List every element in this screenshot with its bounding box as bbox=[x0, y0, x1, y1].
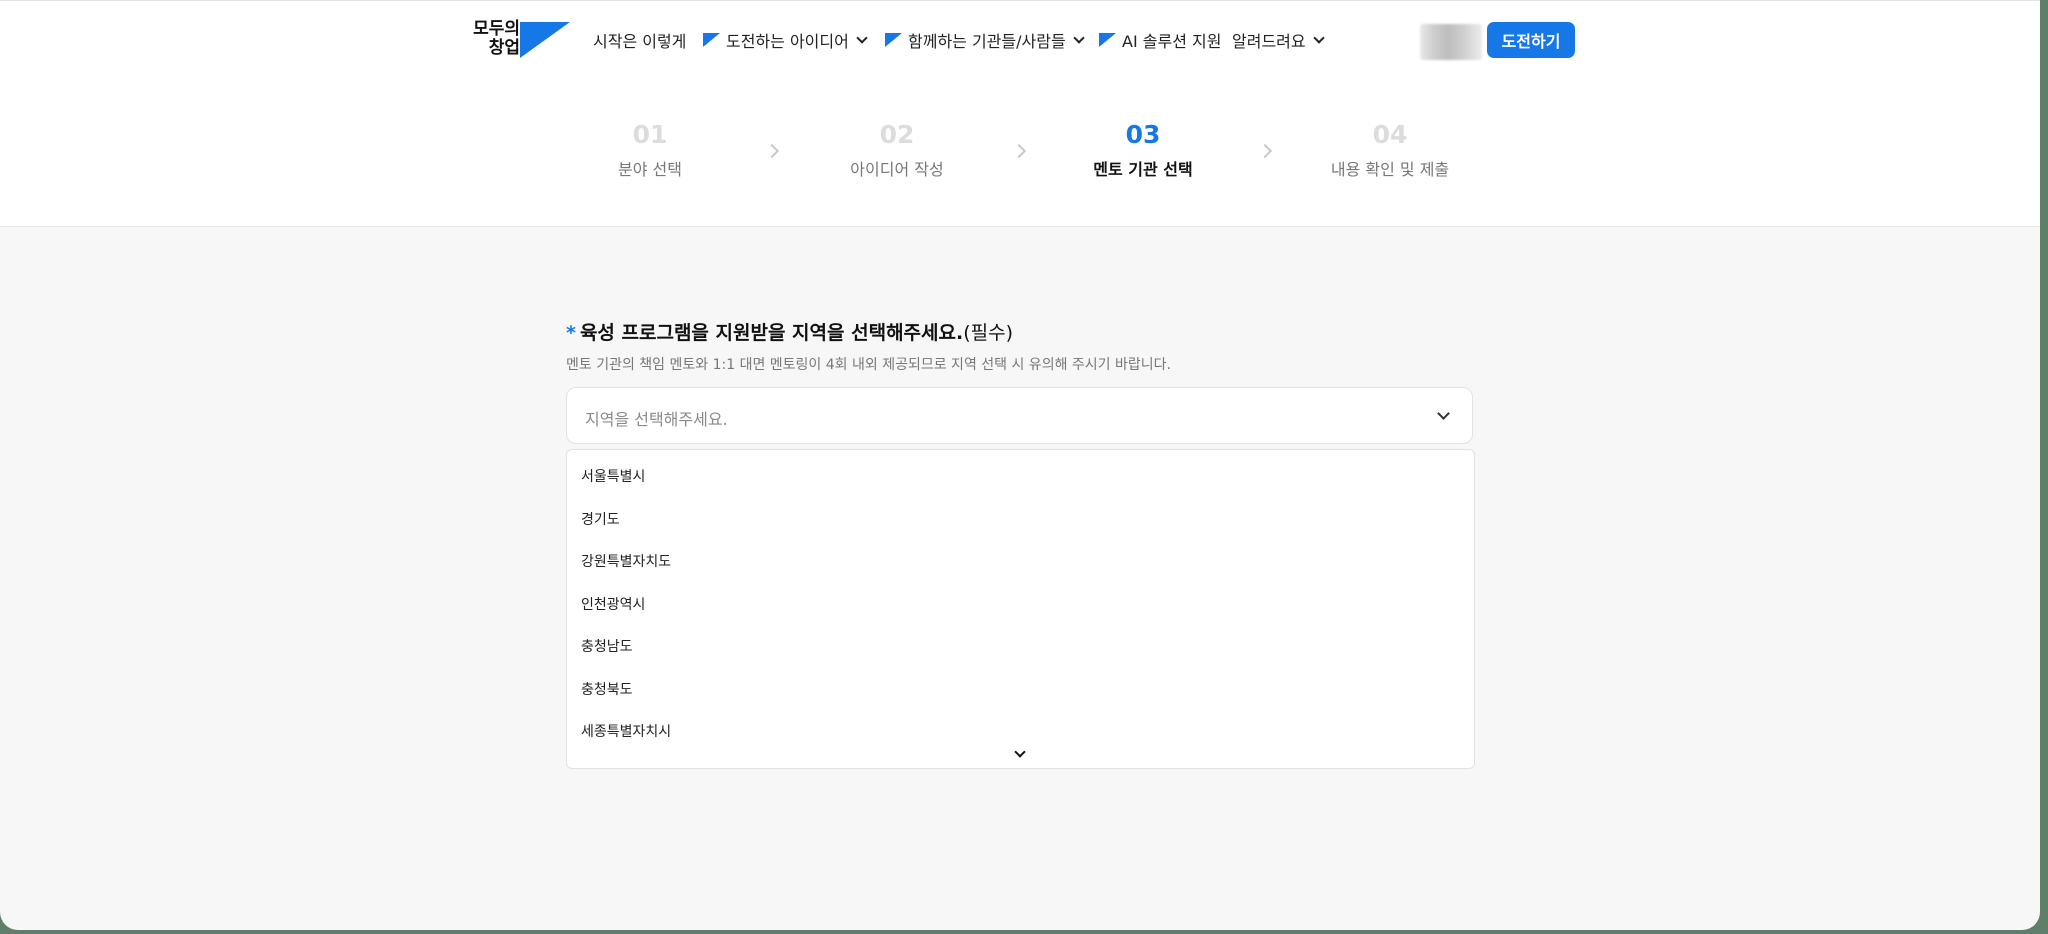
step-4: 04 내용 확인 및 제출 bbox=[1290, 120, 1490, 180]
region-option[interactable]: 서울특별시 bbox=[567, 455, 1474, 497]
nav-item-start[interactable]: 시작은 이렇게 bbox=[593, 28, 686, 52]
nav-item-label: 알려드려요 bbox=[1232, 32, 1306, 51]
step-number: 01 bbox=[632, 120, 668, 149]
step-label: 아이디어 작성 bbox=[850, 160, 944, 179]
step-number: 02 bbox=[879, 120, 915, 149]
region-option[interactable]: 충청남도 bbox=[567, 625, 1474, 667]
step-number: 03 bbox=[1125, 120, 1161, 149]
nav-item-label: 함께하는 기관들/사람들 bbox=[908, 32, 1066, 51]
logo-line-1: 모두의 bbox=[473, 19, 520, 39]
chevron-down-icon bbox=[1073, 32, 1085, 44]
region-select-placeholder: 지역을 선택해주세요. bbox=[585, 410, 728, 429]
question-help-text: 멘토 기관의 책임 멘토와 1:1 대면 멘토링이 4회 내외 제공되므로 지역… bbox=[566, 357, 1171, 373]
step-number: 04 bbox=[1372, 120, 1408, 149]
nav-item-label: 시작은 이렇게 bbox=[593, 32, 687, 51]
region-option[interactable]: 강원특별자치도 bbox=[567, 540, 1474, 582]
user-avatar[interactable] bbox=[1420, 24, 1482, 60]
logo[interactable]: 모두의 창업 bbox=[462, 20, 570, 60]
chevron-down-icon bbox=[856, 32, 868, 44]
logo-triangle-icon bbox=[520, 22, 570, 58]
step-3: 03 멘토 기관 선택 bbox=[1043, 120, 1243, 180]
required-note: (필수) bbox=[963, 322, 1014, 344]
challenge-button[interactable]: 도전하기 bbox=[1487, 22, 1575, 58]
chevron-down-icon bbox=[1312, 32, 1325, 44]
nav-item-ai-solution[interactable]: AI 솔루션 지원 bbox=[1099, 28, 1221, 52]
region-option[interactable]: 인천광역시 bbox=[567, 583, 1474, 625]
nav-item-label: AI 솔루션 지원 bbox=[1122, 32, 1222, 51]
required-mark: * bbox=[566, 322, 576, 344]
region-dropdown-list: 서울특별시 경기도 강원특별자치도 인천광역시 충청남도 충청북도 세종특별자치… bbox=[566, 449, 1475, 769]
step-label: 분야 선택 bbox=[618, 160, 682, 179]
flag-icon bbox=[885, 33, 902, 47]
browser-window: 모두의 창업 시작은 이렇게 도전하는 아이디어 함께하는 기관들/사람들 AI bbox=[0, 0, 2040, 930]
site-header: 모두의 창업 시작은 이렇게 도전하는 아이디어 함께하는 기관들/사람들 AI bbox=[0, 0, 2040, 78]
question-text: 육성 프로그램을 지원받을 지역을 선택해주세요. bbox=[579, 322, 964, 344]
question-title: * 육성 프로그램을 지원받을 지역을 선택해주세요.(필수) bbox=[566, 318, 1013, 345]
step-label: 내용 확인 및 제출 bbox=[1330, 160, 1450, 179]
step-1: 01 분야 선택 bbox=[550, 120, 750, 180]
nav-item-label: 도전하는 아이디어 bbox=[726, 32, 849, 51]
region-select[interactable]: 지역을 선택해주세요. bbox=[566, 387, 1473, 444]
nav-item-ideas[interactable]: 도전하는 아이디어 bbox=[703, 28, 868, 52]
region-option[interactable]: 세종특별자치시 bbox=[567, 710, 1474, 752]
step-2: 02 아이디어 작성 bbox=[797, 120, 997, 180]
logo-text: 모두의 창업 bbox=[462, 20, 520, 58]
nav-item-organizations[interactable]: 함께하는 기관들/사람들 bbox=[885, 28, 1085, 52]
chevron-down-icon bbox=[1437, 407, 1450, 420]
nav-item-notices[interactable]: 알려드려요 bbox=[1232, 28, 1325, 52]
flag-icon bbox=[703, 33, 720, 47]
logo-line-2: 창업 bbox=[488, 38, 520, 58]
region-option[interactable]: 경기도 bbox=[567, 498, 1474, 540]
region-option[interactable]: 충청북도 bbox=[567, 668, 1474, 710]
step-label: 멘토 기관 선택 bbox=[1093, 160, 1193, 179]
flag-icon bbox=[1099, 33, 1116, 47]
